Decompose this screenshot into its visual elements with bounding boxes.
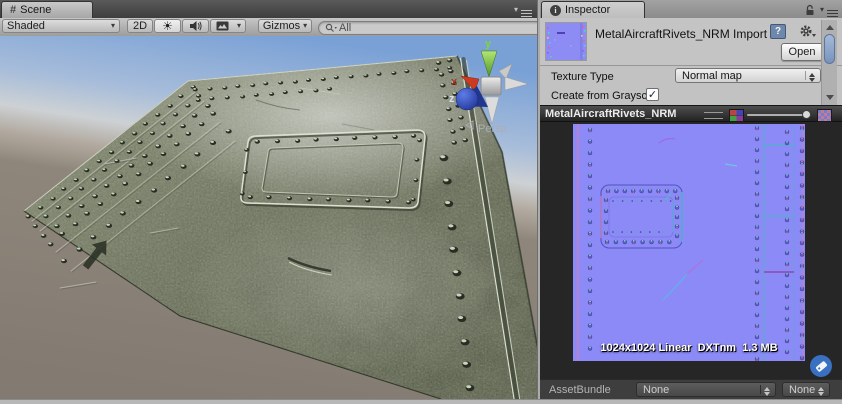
dropdown-divider bbox=[805, 71, 806, 80]
search-icon bbox=[325, 23, 337, 32]
scroll-up-icon[interactable] bbox=[826, 25, 834, 30]
effects-toggle-button[interactable] bbox=[210, 19, 234, 33]
dropdown-divider bbox=[760, 385, 761, 394]
create-from-grayscale-checkbox[interactable]: ✓ bbox=[646, 88, 659, 101]
mip-level-slider[interactable] bbox=[747, 110, 811, 119]
effects-dropdown[interactable]: ▾ bbox=[233, 19, 246, 33]
tab-inspector[interactable]: i Inspector bbox=[541, 1, 645, 18]
lock-icon[interactable] bbox=[804, 4, 816, 16]
help-icon[interactable]: ? bbox=[770, 24, 786, 39]
slider-knob[interactable] bbox=[802, 110, 811, 119]
panel-menu-icon bbox=[827, 9, 838, 11]
scene-tab-label: Scene bbox=[20, 4, 52, 16]
scene-toolbar: Shaded ▾ 2D ☀ ▾ Gizmos ▾ All bbox=[0, 18, 545, 37]
open-button[interactable]: Open bbox=[781, 43, 823, 61]
speaker-icon bbox=[190, 21, 202, 31]
asset-bundle-value: None bbox=[643, 383, 670, 396]
asset-bundle-bar: AssetBundle None None bbox=[540, 379, 842, 399]
alpha-channel-icon[interactable] bbox=[817, 109, 832, 122]
image-icon bbox=[216, 21, 228, 31]
preview-drag-handle-icon[interactable] bbox=[704, 112, 723, 119]
scene-panel: # Scene ▾ Shaded ▾ 2D ☀ ▾ Gizmos ▾ All y… bbox=[0, 0, 545, 399]
normal-map-image bbox=[573, 124, 805, 362]
asset-bundle-variant-value: None bbox=[789, 383, 816, 396]
gizmo-y-label: y bbox=[485, 38, 492, 50]
scene-3d-render: y x z Persp bbox=[0, 36, 537, 399]
updown-arrows-icon bbox=[809, 72, 816, 83]
asset-bundle-dropdown[interactable]: None bbox=[636, 382, 776, 397]
asset-labels-button[interactable] bbox=[810, 355, 832, 377]
search-value: All bbox=[339, 22, 352, 34]
panel-menu-icon bbox=[521, 9, 532, 11]
scene-panel-menu[interactable]: ▾ bbox=[514, 6, 532, 14]
inspector-tabstrip: i Inspector ▾ bbox=[540, 0, 842, 19]
gizmo-z-axis-cone[interactable] bbox=[455, 87, 479, 111]
texture-type-dropdown[interactable]: Normal map bbox=[675, 68, 821, 83]
scene-search-input[interactable]: All bbox=[318, 21, 545, 35]
normal-map-preview: 1024x1024 Linear DXTnm 1.3 MB bbox=[573, 124, 805, 362]
inspector-panel-menu[interactable]: ▾ bbox=[820, 6, 838, 14]
asset-title: MetalAircraftRivets_NRM Import Settings bbox=[595, 27, 769, 41]
tab-scene[interactable]: # Scene bbox=[1, 1, 93, 18]
info-icon: i bbox=[550, 4, 561, 16]
chevron-down-icon: ▾ bbox=[303, 21, 308, 30]
rgb-channels-icon[interactable] bbox=[729, 109, 744, 122]
chevron-down-icon: ▾ bbox=[110, 21, 115, 30]
updown-arrows-icon bbox=[818, 386, 825, 397]
audio-toggle-button[interactable] bbox=[182, 19, 209, 33]
lighting-toggle-button[interactable]: ☀ bbox=[154, 19, 181, 33]
texture-info-label: 1024x1024 Linear DXTnm 1.3 MB bbox=[600, 342, 778, 354]
scene-tabstrip: # Scene ▾ bbox=[0, 0, 537, 19]
projection-label[interactable]: Persp bbox=[478, 123, 507, 135]
texture-type-value: Normal map bbox=[682, 69, 742, 82]
inspector-scrollbar[interactable] bbox=[821, 20, 837, 105]
inspector-tab-label: Inspector bbox=[565, 4, 611, 16]
inspector-panel: i Inspector ▾ MetalAircraftRivets_NRM Im… bbox=[540, 0, 842, 399]
panel-caret-icon: ▾ bbox=[513, 5, 518, 14]
asset-bundle-label: AssetBundle bbox=[549, 384, 611, 396]
preview-header[interactable]: MetalAircraftRivets_NRM bbox=[540, 105, 842, 122]
shading-mode-label: Shaded bbox=[7, 20, 45, 32]
gear-icon[interactable] bbox=[799, 24, 817, 38]
scrollbar-thumb[interactable] bbox=[824, 34, 835, 64]
preview-title: MetalAircraftRivets_NRM bbox=[545, 108, 677, 120]
scene-viewport[interactable]: y x z Persp bbox=[0, 36, 537, 399]
scroll-down-icon[interactable] bbox=[826, 95, 834, 100]
panel-caret-icon: ▾ bbox=[819, 5, 824, 14]
updown-arrows-icon bbox=[764, 386, 771, 397]
asset-bundle-variant-dropdown[interactable]: None bbox=[782, 382, 830, 397]
window-bottom-edge bbox=[0, 399, 842, 404]
chevron-down-icon: ▾ bbox=[237, 21, 242, 30]
gizmo-z-label: z bbox=[449, 93, 455, 105]
toggle-2d-button[interactable]: 2D bbox=[127, 19, 153, 33]
texture-preview-area: 1024x1024 Linear DXTnm 1.3 MB bbox=[540, 122, 842, 379]
tag-icon bbox=[815, 360, 827, 372]
shading-mode-dropdown[interactable]: Shaded ▾ bbox=[2, 19, 120, 33]
texture-type-label: Texture Type bbox=[551, 71, 614, 83]
gizmos-dropdown[interactable]: Gizmos ▾ bbox=[258, 19, 312, 33]
gizmo-center-cube[interactable] bbox=[480, 76, 502, 96]
sun-icon: ☀ bbox=[162, 19, 173, 33]
gizmos-label: Gizmos bbox=[262, 20, 301, 32]
unity-editor-window: # Scene ▾ Shaded ▾ 2D ☀ ▾ Gizmos ▾ All y… bbox=[0, 0, 842, 404]
create-from-grayscale-label: Create from Grayscale bbox=[551, 90, 646, 102]
gizmo-x-label: x bbox=[451, 76, 458, 88]
asset-thumbnail bbox=[545, 22, 587, 61]
2d-label: 2D bbox=[132, 20, 148, 32]
scene-grid-icon: # bbox=[10, 4, 17, 16]
